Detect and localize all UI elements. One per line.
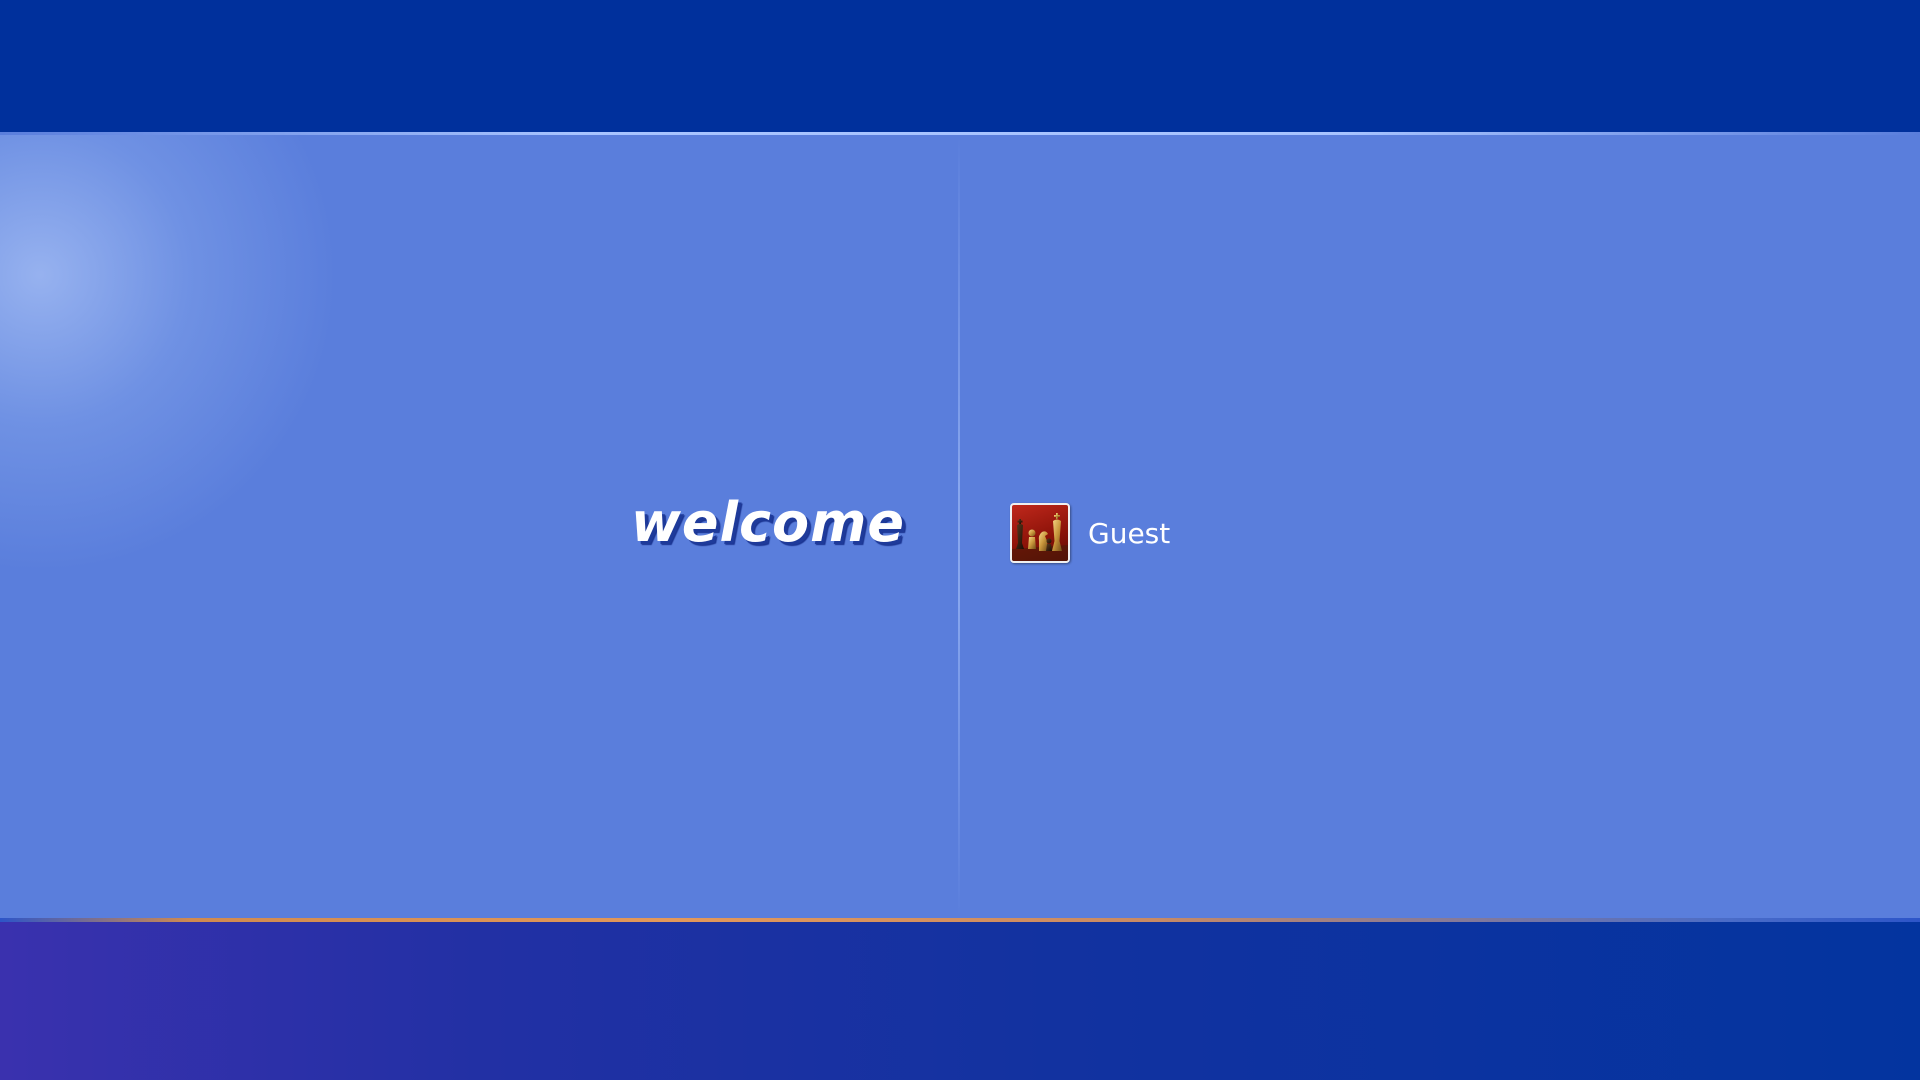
bottom-bar xyxy=(0,922,1920,1080)
user-name-guest[interactable]: Guest xyxy=(1088,517,1170,550)
chess-pieces-icon[interactable] xyxy=(1010,503,1070,563)
logon-screen: welcome Guest xyxy=(0,0,1920,1080)
light-glow xyxy=(0,135,340,575)
welcome-text: welcome xyxy=(630,491,905,554)
top-bar xyxy=(0,0,1920,132)
center-divider xyxy=(958,135,960,918)
user-tile-guest[interactable]: Guest xyxy=(1010,501,1170,565)
main-panel: welcome Guest xyxy=(0,135,1920,918)
